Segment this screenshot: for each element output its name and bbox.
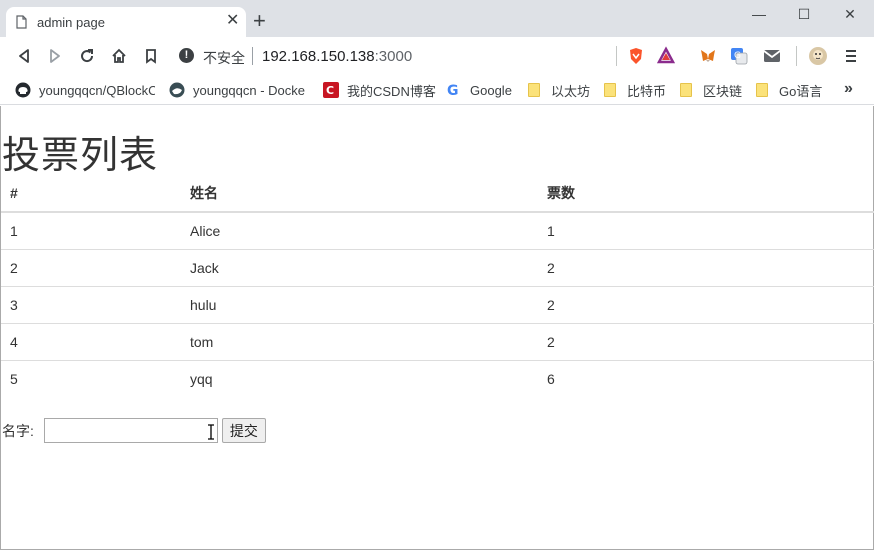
cell-name: Alice (181, 212, 538, 250)
brave-shield-icon[interactable] (626, 46, 646, 66)
name-input[interactable] (43, 418, 218, 443)
forward-icon (50, 49, 60, 63)
table-row: 5 yqq 6 (1, 360, 874, 397)
cell-name: hulu (181, 286, 538, 324)
mail-icon[interactable] (762, 46, 782, 66)
bookmark-csdn[interactable]: C 我的CSDN博客 (323, 81, 436, 99)
folder-icon (756, 83, 768, 97)
svg-text:G: G (447, 83, 459, 98)
tab-close-icon[interactable]: ✕ (226, 13, 239, 29)
page-content: 投票列表 # 姓名 票数 1 Alice 1 2 Jack 2 3 hulu 2… (0, 106, 874, 550)
bookmark-label: Google (470, 82, 512, 98)
docker-icon (169, 82, 185, 98)
brave-rewards-icon[interactable] (656, 46, 676, 66)
svg-text:C: C (326, 84, 334, 97)
home-button[interactable] (109, 46, 129, 66)
bookmark-google[interactable]: G Google (446, 81, 512, 99)
bookmark-label: youngqqcn - Docke (193, 82, 306, 98)
bookmarks-bar: youngqqcn/QBlockC youngqqcn - Docke C 我的… (0, 75, 874, 105)
table-row: 4 tom 2 (1, 323, 874, 361)
bookmark-label: 比特币 (627, 83, 667, 99)
security-label[interactable]: 不安全 (203, 48, 245, 68)
page-icon (16, 15, 27, 29)
profile-divider (796, 46, 797, 66)
cell-votes: 2 (538, 323, 874, 361)
folder-icon (528, 83, 540, 97)
table-header-row: # 姓名 票数 (1, 175, 874, 213)
folder-icon (604, 83, 616, 97)
cell-name: Jack (181, 249, 538, 287)
bookmark-folder-bitcoin[interactable]: 比特币 (604, 81, 666, 99)
cell-index: 2 (1, 249, 181, 287)
bookmark-label: youngqqcn/QBlockC (39, 82, 155, 98)
csdn-icon: C (323, 82, 339, 98)
bookmark-button[interactable] (141, 46, 161, 66)
github-icon (15, 82, 31, 98)
bookmark-label: 我的CSDN博客 (347, 83, 436, 99)
bookmark-docker[interactable]: youngqqcn - Docke (169, 81, 307, 99)
table-row: 3 hulu 2 (1, 286, 874, 324)
new-tab-button[interactable]: + (253, 10, 266, 32)
cell-name: yqq (190, 370, 213, 387)
votes-table: # 姓名 票数 1 Alice 1 2 Jack 2 3 hulu 2 4 to… (1, 175, 874, 397)
reload-button[interactable] (77, 46, 97, 66)
cell-votes: 2 (538, 286, 874, 324)
cell-index: 3 (1, 286, 181, 324)
url-port: :3000 (374, 48, 413, 65)
vote-form: 名字: 提交 (2, 418, 266, 443)
url-host: 192.168.150.138 (262, 48, 375, 65)
browser-tab[interactable]: admin page ✕ (6, 7, 246, 37)
omnibox-divider (252, 47, 253, 65)
table-row: 2 Jack 2 (1, 249, 874, 287)
metamask-icon[interactable] (698, 46, 718, 66)
cell-index: 4 (1, 323, 181, 361)
forward-button[interactable] (45, 46, 65, 66)
browser-toolbar: ! 不安全 192.168.150.138:3000 G (0, 37, 874, 75)
page-title: 投票列表 (2, 135, 159, 177)
bookmark-folder-blockchain[interactable]: 区块链 (680, 81, 742, 99)
bookmark-folder-ethereum[interactable]: 以太坊 (528, 81, 590, 99)
bookmark-icon (146, 49, 156, 64)
google-icon: G (447, 83, 459, 98)
reload-icon (81, 49, 94, 63)
cell-votes: 1 (538, 212, 874, 250)
column-header-index: # (1, 175, 181, 213)
bookmark-github[interactable]: youngqqcn/QBlockC (15, 81, 155, 99)
back-button[interactable] (14, 46, 34, 66)
text-cursor-icon (208, 424, 214, 440)
info-icon[interactable]: ! (179, 48, 194, 63)
bookmark-folder-go[interactable]: Go语言 (756, 81, 822, 99)
back-icon (19, 49, 29, 63)
extensions-divider (616, 46, 617, 66)
tab-title: admin page (37, 15, 105, 30)
name-label: 名字: (2, 422, 34, 439)
home-icon (112, 48, 126, 63)
close-window-button[interactable]: ✕ (838, 4, 862, 24)
tab-strip: admin page ✕ + — ☐ ✕ (0, 0, 874, 37)
bookmark-label: Go语言 (779, 83, 823, 99)
cell-index: 5 (10, 370, 18, 387)
table-row: 1 Alice 1 (1, 212, 874, 250)
column-header-votes: 票数 (538, 175, 874, 213)
google-translate-icon[interactable]: G (729, 46, 749, 66)
cell-votes: 2 (538, 249, 874, 287)
cell-index: 1 (1, 212, 181, 250)
address-bar[interactable]: 192.168.150.138:3000 (262, 48, 412, 65)
more-bookmarks-button[interactable]: » (844, 80, 853, 98)
cell-name: tom (181, 323, 538, 361)
svg-text:G: G (734, 51, 741, 61)
column-header-name: 姓名 (181, 175, 538, 213)
bookmark-label: 以太坊 (551, 83, 591, 99)
submit-button[interactable]: 提交 (221, 418, 266, 443)
folder-icon (680, 83, 692, 97)
menu-icon[interactable] (841, 46, 861, 66)
cell-votes: 6 (547, 370, 555, 387)
profile-avatar[interactable] (808, 46, 828, 66)
maximize-button[interactable]: ☐ (792, 4, 816, 24)
minimize-button[interactable]: — (747, 4, 771, 24)
bookmark-label: 区块链 (703, 83, 743, 99)
